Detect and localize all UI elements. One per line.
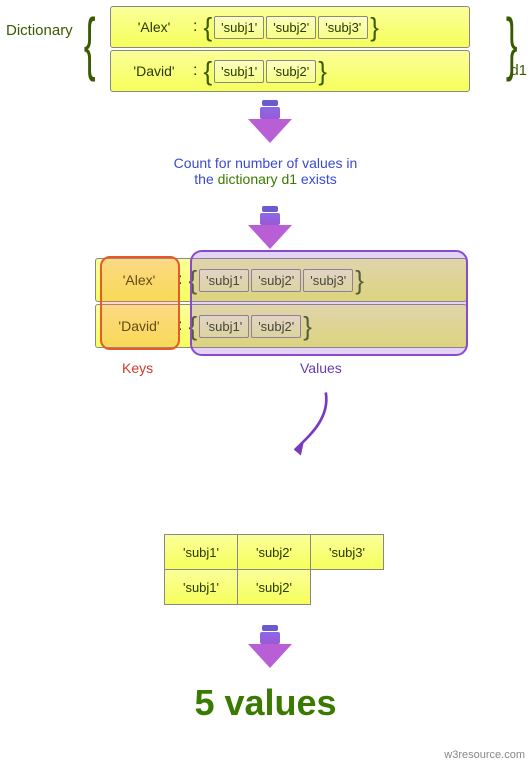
values-label: Values [300,360,342,376]
key-david: 'David' [104,318,174,334]
table-cell: 'subj1' [164,534,238,570]
table-cell: 'subj1' [164,569,238,605]
val-cell: 'subj3' [303,269,353,292]
val-cell: 'subj2' [251,269,301,292]
colon-sep: : [193,18,197,36]
val-cell: 'subj1' [199,269,249,292]
brace-open-icon: { [203,56,212,87]
d1-label: d1 [510,62,527,79]
flat-values-table: 'subj1' 'subj2' 'subj3' 'subj1' 'subj2' [165,535,387,605]
colon-sep: : [193,62,197,80]
key-alex: 'Alex' [104,272,174,288]
colon-sep: : [178,271,182,289]
down-arrow-icon [248,100,292,144]
curve-arrow-icon [278,388,338,468]
brace-open-icon: { [203,12,212,43]
dict-row-david: 'David' : { 'subj1' 'subj2' } [110,50,470,92]
brace-open-icon: { [188,265,197,296]
val-cell: 'subj2' [266,16,316,39]
table-cell: 'subj3' [310,534,384,570]
val-cell: 'subj2' [251,315,301,338]
colon-sep: : [178,317,182,335]
dict-row-alex: 'Alex' : { 'subj1' 'subj2' 'subj3' } [110,6,470,48]
val-cell: 'subj1' [214,16,264,39]
dictionary-box: 'Alex' : { 'subj1' 'subj2' 'subj3' } 'Da… [110,6,470,94]
brace-left-icon: { [84,8,96,78]
result-text: 5 values [0,682,531,724]
brace-close-icon: } [355,265,364,296]
dict-row-david: 'David' : { 'subj1' 'subj2' } [95,304,467,348]
table-cell: 'subj2' [237,534,311,570]
brace-open-icon: { [188,311,197,342]
val-cell: 'subj2' [266,60,316,83]
down-arrow-icon [248,206,292,250]
footer-credit: w3resource.com [444,749,525,761]
table-cell: 'subj2' [237,569,311,605]
dictionary-keys-values-box: 'Alex' : { 'subj1' 'subj2' 'subj3' } 'Da… [95,258,467,350]
val-cell: 'subj1' [214,60,264,83]
key-alex: 'Alex' [119,19,189,35]
brace-close-icon: } [303,311,312,342]
brace-close-icon: } [318,56,327,87]
val-cell: 'subj1' [199,315,249,338]
key-david: 'David' [119,63,189,79]
val-cell: 'subj3' [318,16,368,39]
caption: Count for number of values in the dictio… [0,155,531,187]
dictionary-label: Dictionary [6,22,73,39]
brace-close-icon: } [370,12,379,43]
keys-label: Keys [122,360,153,376]
down-arrow-icon [248,625,292,669]
dict-row-alex: 'Alex' : { 'subj1' 'subj2' 'subj3' } [95,258,467,302]
